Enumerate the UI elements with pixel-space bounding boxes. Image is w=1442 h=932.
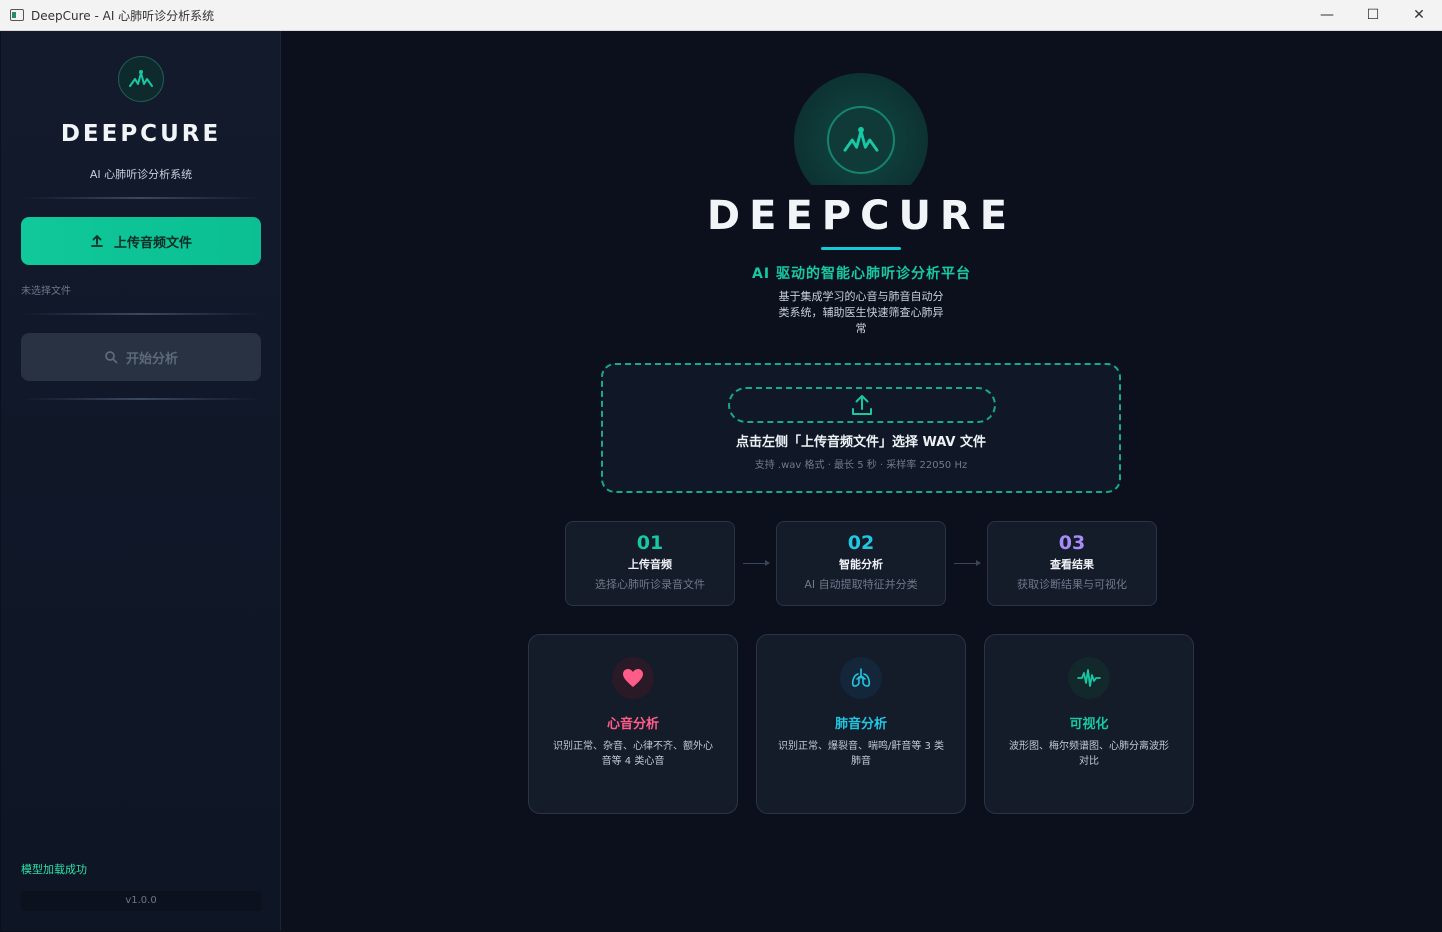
upload-icon-pill [728, 387, 996, 423]
upload-dropzone[interactable]: 点击左侧「上传音频文件」选择 WAV 文件 支持 .wav 格式 · 最长 5 … [601, 363, 1121, 493]
step-card: 01 上传音频 选择心肺听诊录音文件 [565, 521, 735, 606]
app-icon [10, 9, 24, 21]
dropzone-meta: 支持 .wav 格式 · 最长 5 秒 · 采样率 22050 Hz [754, 460, 968, 471]
maximize-button[interactable]: ☐ [1350, 0, 1396, 30]
step-description: 获取诊断结果与可视化 [1017, 578, 1127, 591]
start-analysis-button[interactable]: 开始分析 [21, 333, 261, 381]
sidebar-brand: DEEPCURE [60, 121, 222, 147]
close-button[interactable]: ✕ [1396, 0, 1442, 30]
feature-title: 可视化 [1069, 717, 1109, 732]
main-panel: DEEPCURE AI 驱动的智能心肺听诊分析平台 基于集成学习的心音与肺音自动… [282, 31, 1441, 931]
upload-audio-button[interactable]: 上传音频文件 [21, 217, 261, 265]
window-title: DeepCure - AI 心肺听诊分析系统 [31, 8, 215, 23]
step-description: AI 自动提取特征并分类 [804, 578, 918, 591]
file-status: 未选择文件 [21, 286, 71, 297]
hero-description: 基于集成学习的心音与肺音自动分类系统，辅助医生快速筛查心肺异常 [778, 290, 944, 335]
feature-card-heart: 心音分析 识别正常、杂音、心律不齐、额外心音等 4 类心音 [528, 634, 738, 814]
sidebar-divider [21, 398, 261, 400]
feature-description: 识别正常、爆裂音、喘鸣/鼾音等 3 类肺音 [777, 741, 945, 767]
step-description: 选择心肺听诊录音文件 [595, 578, 705, 591]
waveform-icon [1068, 657, 1110, 699]
arrow-right-icon [743, 560, 770, 566]
window-controls: — ☐ ✕ [1304, 0, 1442, 30]
feature-title: 肺音分析 [834, 717, 887, 732]
version-label: v1.0.0 [21, 891, 261, 911]
hero-underline [821, 247, 901, 250]
start-analysis-label: 开始分析 [125, 351, 178, 367]
arrow-right-icon [954, 560, 981, 566]
hero-logo [794, 73, 928, 185]
search-icon [105, 351, 118, 364]
hero-title: DEEPCURE [706, 193, 1017, 239]
window-titlebar: DeepCure - AI 心肺听诊分析系统 — ☐ ✕ [0, 0, 1442, 31]
step-label: 查看结果 [1050, 558, 1094, 571]
step-number: 01 [636, 532, 664, 554]
upload-icon [852, 395, 872, 415]
step-card: 03 查看结果 获取诊断结果与可视化 [987, 521, 1157, 606]
feature-description: 波形图、梅尔频谱图、心肺分离波形对比 [1009, 741, 1169, 767]
logo-icon [118, 56, 164, 102]
step-number: 03 [1058, 532, 1086, 554]
feature-description: 识别正常、杂音、心律不齐、额外心音等 4 类心音 [553, 741, 713, 767]
step-number: 02 [847, 532, 875, 554]
step-label: 智能分析 [839, 558, 883, 571]
feature-card-lung: 肺音分析 识别正常、爆裂音、喘鸣/鼾音等 3 类肺音 [756, 634, 966, 814]
heart-icon [612, 657, 654, 699]
upload-icon [91, 235, 103, 247]
minimize-button[interactable]: — [1304, 0, 1350, 30]
upload-audio-label: 上传音频文件 [113, 235, 192, 251]
sidebar-subtitle: AI 心肺听诊分析系统 [89, 168, 193, 181]
step-card: 02 智能分析 AI 自动提取特征并分类 [776, 521, 946, 606]
lungs-icon [840, 657, 882, 699]
feature-title: 心音分析 [606, 717, 659, 732]
hero-tagline: AI 驱动的智能心肺听诊分析平台 [752, 266, 971, 282]
dropzone-title: 点击左侧「上传音频文件」选择 WAV 文件 [735, 435, 987, 450]
feature-card-visual: 可视化 波形图、梅尔频谱图、心肺分离波形对比 [984, 634, 1194, 814]
step-label: 上传音频 [628, 558, 672, 571]
pulse-logo-icon [827, 106, 895, 174]
sidebar-divider [21, 197, 261, 199]
model-status: 模型加载成功 [21, 863, 87, 876]
sidebar-divider [21, 313, 261, 315]
sidebar: DEEPCURE AI 心肺听诊分析系统 上传音频文件 未选择文件 开始分析 模… [1, 31, 281, 931]
